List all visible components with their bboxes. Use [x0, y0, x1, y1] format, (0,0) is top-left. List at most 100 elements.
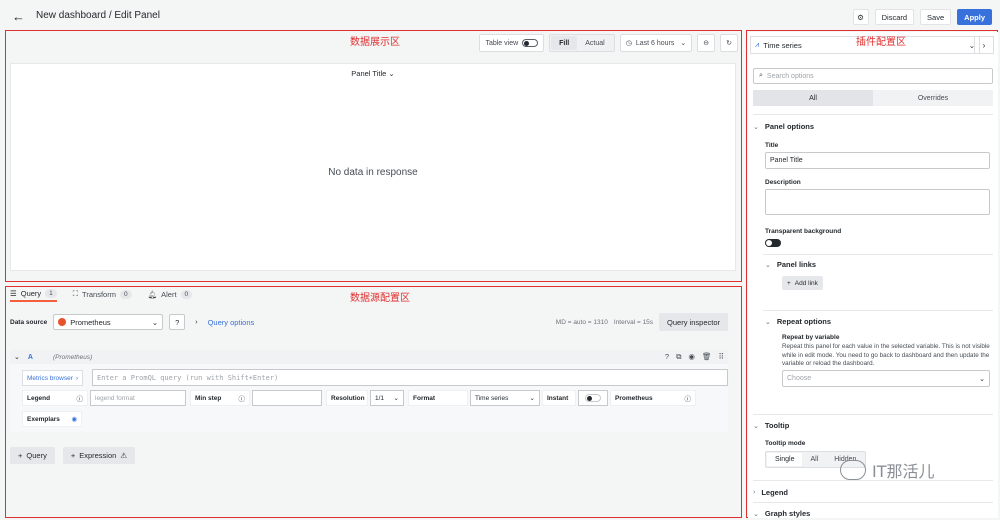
actual-option[interactable]: Actual	[577, 36, 612, 50]
bell-icon: 🔔︎	[147, 289, 158, 299]
search-options-input[interactable]: ⌕ Search options	[753, 68, 993, 84]
instant-switch[interactable]	[578, 390, 608, 406]
panel-links-header[interactable]: ⌄ Panel links	[765, 260, 816, 269]
panel-title[interactable]: Panel Title ⌄	[11, 69, 735, 78]
legend-format-input[interactable]: legend format	[90, 390, 186, 406]
tab-query[interactable]: ☰ Query 1	[10, 286, 57, 302]
chevron-down-icon: ⌄	[529, 395, 535, 402]
chevron-down-icon: ⌄	[753, 123, 759, 131]
query-ref[interactable]: A	[28, 354, 33, 361]
collapse-icon[interactable]: ⌄	[14, 353, 20, 361]
repeat-variable-select[interactable]: Choose ⌄	[782, 370, 990, 387]
top-actions: ⚙ Discard Save Apply	[852, 9, 992, 25]
legend-section-header[interactable]: › Legend	[753, 488, 788, 497]
add-buttons-row: + Query + Expression ⚠	[10, 447, 136, 464]
tab-transform-label: Transform	[82, 289, 116, 299]
instant-toggle[interactable]	[585, 394, 601, 402]
refresh-button[interactable]: ↻	[720, 34, 738, 52]
copy-icon[interactable]: ⧉	[676, 352, 681, 362]
resolution-select[interactable]: 1/1 ⌄	[370, 390, 404, 406]
tab-all[interactable]: All	[753, 90, 873, 106]
exemplars-row: Exemplars ◉	[22, 411, 82, 427]
min-step-input[interactable]	[252, 390, 322, 406]
tooltip-all-option[interactable]: All	[802, 453, 826, 466]
add-expression-label: Expression	[79, 451, 117, 460]
tab-overrides[interactable]: Overrides	[873, 90, 993, 106]
panel-options-header[interactable]: ⌄ Panel options	[753, 122, 814, 131]
tab-query-count: 1	[45, 288, 57, 298]
transparent-switch[interactable]	[765, 239, 781, 247]
transform-icon: ⛶	[72, 289, 79, 298]
datasource-help-button[interactable]: ?	[169, 314, 186, 330]
wechat-icon	[840, 460, 866, 480]
chevron-down-icon: ⌄	[765, 318, 771, 326]
clock-icon: ◷	[625, 40, 632, 47]
viz-toolbar: Table view Fill Actual ◷ Last 6 hours ⌄ …	[479, 34, 738, 52]
description-input[interactable]	[765, 189, 990, 215]
description-label: Description	[765, 179, 801, 186]
chevron-down-icon: ⌄	[753, 510, 759, 518]
tab-alert-count: 0	[180, 289, 193, 299]
add-link-button[interactable]: + Add link	[782, 276, 823, 290]
info-icon: ⓘ	[76, 396, 84, 403]
tab-alert[interactable]: 🔔︎ Alert 0	[148, 286, 193, 302]
chevron-down-icon: ⌄	[393, 395, 399, 402]
instant-label: Instant	[542, 390, 576, 406]
eye-icon[interactable]: ◉	[688, 352, 695, 362]
viz-next-button[interactable]: ›	[974, 36, 994, 54]
search-options-placeholder: Search options	[766, 72, 814, 80]
timeseries-icon: ⩘	[755, 40, 760, 49]
datasource-label: Data source	[10, 318, 48, 326]
graph-styles-header[interactable]: ⌄ Graph styles	[753, 509, 810, 518]
query-options-link[interactable]: Query options	[208, 318, 255, 327]
table-view-toggle[interactable]: Table view	[479, 34, 545, 52]
plus-icon: +	[18, 451, 23, 460]
viz-type-value: Time series	[763, 40, 802, 50]
chevron-right-icon: ›	[195, 318, 198, 326]
no-data-message: No data in response	[328, 167, 418, 178]
format-label: Format	[408, 390, 468, 406]
eye-icon[interactable]: ◉	[71, 415, 77, 423]
query-inspector-button[interactable]: Query inspector	[659, 313, 728, 331]
gear-icon: ⚙	[857, 12, 864, 22]
trash-icon[interactable]: 🗑︎	[702, 352, 712, 362]
add-expression-button[interactable]: + Expression ⚠	[62, 447, 136, 464]
tooltip-single-option[interactable]: Single	[767, 453, 803, 466]
metrics-browser-label: Metrics browser	[27, 374, 73, 382]
legend-label-text: Legend	[27, 394, 51, 402]
transparent-label: Transparent background	[765, 228, 842, 235]
repeat-options-header[interactable]: ⌄ Repeat options	[765, 317, 831, 326]
promql-input[interactable]: Enter a PromQL query (run with Shift+Ent…	[92, 369, 728, 386]
add-query-button[interactable]: + Query	[10, 447, 55, 464]
tab-alert-label: Alert	[161, 289, 177, 299]
tooltip-header[interactable]: ⌄ Tooltip	[753, 421, 789, 430]
divider	[753, 114, 993, 115]
discard-button[interactable]: Discard	[874, 9, 915, 25]
choose-placeholder: Choose	[787, 375, 812, 382]
min-step-label: Min step ⓘ	[190, 390, 250, 406]
tab-query-label: Query	[20, 288, 42, 298]
zoom-out-button[interactable]: ⊖	[697, 34, 716, 52]
top-bar: ← New dashboard / Edit Panel ⚙ Discard S…	[0, 0, 1000, 30]
metrics-browser-button[interactable]: Metrics browser ›	[22, 370, 84, 386]
zoom-out-icon: ⊖	[703, 40, 710, 47]
save-button[interactable]: Save	[920, 9, 952, 25]
settings-button[interactable]: ⚙	[852, 9, 869, 25]
watermark-text: IT那活儿	[872, 462, 935, 481]
fill-option[interactable]: Fill	[551, 36, 578, 50]
help-icon[interactable]: ?	[665, 352, 669, 362]
panel-title-text: Panel Title	[351, 69, 387, 78]
interval-info: Interval = 15s	[613, 318, 654, 326]
drag-handle-icon[interactable]: ⠿	[719, 352, 725, 362]
title-input[interactable]: Panel Title	[765, 152, 990, 169]
datasource-row: Data source Prometheus ⌄ ? › Query optio…	[10, 313, 728, 331]
time-range-picker[interactable]: ◷ Last 6 hours ⌄	[619, 34, 693, 52]
datasource-select[interactable]: Prometheus ⌄	[53, 314, 164, 330]
table-view-switch[interactable]	[522, 39, 539, 47]
format-select[interactable]: Time series ⌄	[470, 390, 540, 406]
tab-transform[interactable]: ⛶ Transform 0	[73, 286, 132, 302]
back-arrow-icon[interactable]: ←	[12, 10, 25, 23]
repeat-by-label: Repeat by variable	[782, 334, 840, 341]
apply-button[interactable]: Apply	[957, 9, 992, 25]
chevron-down-icon: ⌄	[753, 422, 759, 430]
